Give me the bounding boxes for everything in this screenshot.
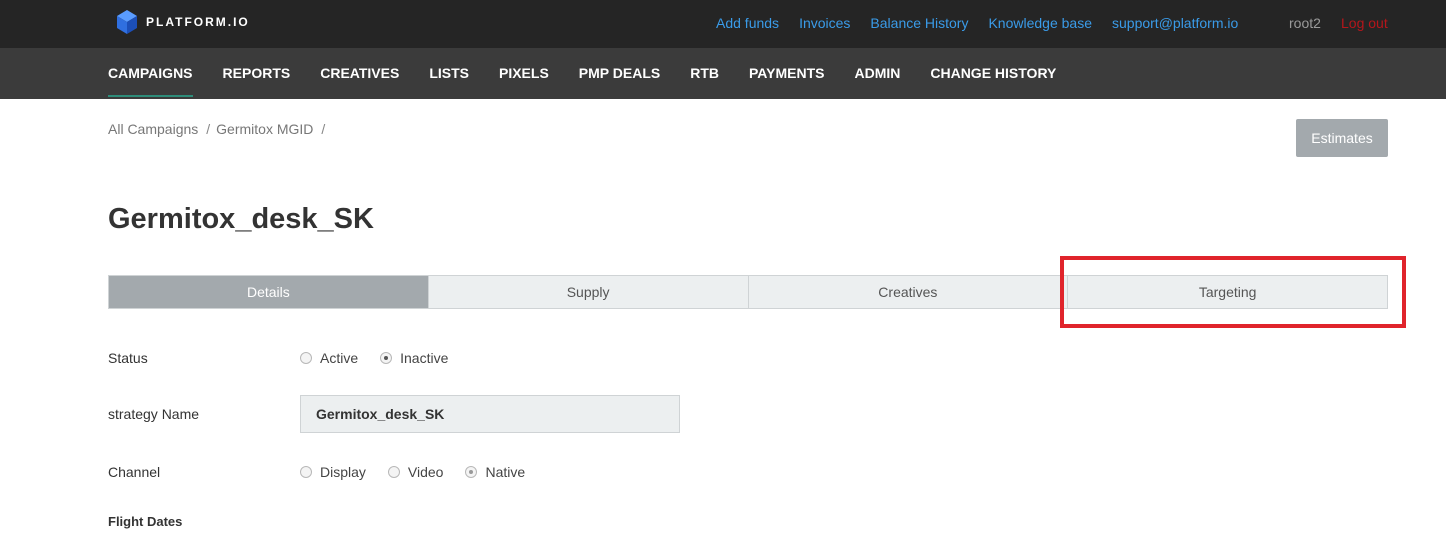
status-radio-group: Active Inactive [300,350,470,366]
strategy-tabs: Details Supply Creatives Targeting [108,275,1388,309]
nav-rtb[interactable]: RTB [690,48,719,99]
logo[interactable]: PLATFORM.IO [116,9,250,35]
radio-icon[interactable] [387,466,400,478]
channel-display-label: Display [320,464,366,480]
status-active-option[interactable]: Active [300,350,358,366]
tab-supply[interactable]: Supply [428,276,749,308]
nav-pmp-deals[interactable]: PMP DEALS [579,48,660,99]
channel-native-label: Native [485,464,526,480]
add-funds-link[interactable]: Add funds [716,15,779,31]
radio-icon[interactable] [300,466,312,478]
status-inactive-option[interactable]: Inactive [380,350,448,366]
breadcrumb: All Campaigns / Germitox MGID / [108,121,331,137]
balance-history-link[interactable]: Balance History [870,15,968,31]
top-bar: PLATFORM.IO Add funds Invoices Balance H… [0,0,1446,48]
nav-reports[interactable]: REPORTS [223,48,291,99]
status-inactive-label: Inactive [400,350,449,366]
tab-targeting[interactable]: Targeting [1068,276,1387,308]
logo-cube-icon [117,10,137,34]
logout-link[interactable]: Log out [1341,15,1388,31]
top-links: Add funds Invoices Balance History Knowl… [716,15,1258,31]
nav-pixels[interactable]: PIXELS [499,48,549,99]
breadcrumb-separator: / [321,121,326,137]
channel-radio-group: Display Video Native [300,464,547,480]
channel-display-option[interactable]: Display [300,464,366,480]
radio-icon[interactable] [465,466,478,478]
strategy-name-input[interactable] [300,395,680,433]
nav-payments[interactable]: PAYMENTS [749,48,824,99]
radio-icon[interactable] [300,352,312,364]
nav-admin[interactable]: ADMIN [854,48,900,99]
flight-dates-heading: Flight Dates [108,514,183,529]
tab-creatives[interactable]: Creatives [748,276,1069,308]
breadcrumb-separator: / [206,121,211,137]
estimates-button[interactable]: Estimates [1296,119,1388,157]
nav-creatives[interactable]: CREATIVES [320,48,399,99]
logo-text: PLATFORM.IO [146,15,250,29]
status-active-label: Active [320,350,359,366]
current-user: root2 [1289,15,1321,31]
channel-label: Channel [108,464,161,480]
breadcrumb-campaign[interactable]: Germitox MGID [216,121,313,137]
radio-icon[interactable] [380,352,393,364]
nav-campaigns[interactable]: CAMPAIGNS [108,48,193,99]
tab-details[interactable]: Details [109,276,429,308]
nav-change-history[interactable]: CHANGE HISTORY [930,48,1056,99]
support-email-link[interactable]: support@platform.io [1112,15,1238,31]
main-nav: CAMPAIGNS REPORTS CREATIVES LISTS PIXELS… [0,48,1446,99]
invoices-link[interactable]: Invoices [799,15,850,31]
knowledge-base-link[interactable]: Knowledge base [988,15,1092,31]
channel-video-option[interactable]: Video [387,464,444,480]
channel-native-option[interactable]: Native [465,464,525,480]
page-title: Germitox_desk_SK [108,203,374,235]
breadcrumb-all-campaigns[interactable]: All Campaigns [108,121,198,137]
status-label: Status [108,350,148,366]
strategy-name-label: strategy Name [108,406,200,422]
nav-lists[interactable]: LISTS [429,48,469,99]
channel-video-label: Video [407,464,444,480]
